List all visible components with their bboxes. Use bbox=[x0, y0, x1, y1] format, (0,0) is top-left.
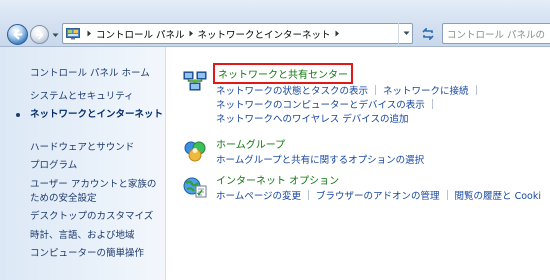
internet-options-link[interactable]: インターネット オプション bbox=[216, 172, 339, 187]
search-placeholder: コントロール パネルの bbox=[447, 29, 546, 41]
sidebar-item-clock-region[interactable]: 時計、言語、および地域 bbox=[30, 229, 135, 242]
sidebar-item-network-internet: ネットワークとインターネット bbox=[30, 109, 164, 120]
add-wireless-device-link[interactable]: ネットワークへのワイヤレス デバイスの追加 bbox=[216, 111, 408, 125]
view-network-computers-link[interactable]: ネットワークのコンピューターとデバイスの表示 bbox=[216, 97, 425, 111]
network-share-center-icon bbox=[180, 66, 210, 96]
link-row: ネットワークの状態とタスクの表示 ネットワークに接続 bbox=[216, 83, 484, 97]
manage-browser-addons-link[interactable]: ブラウザーのアドオンの管理 bbox=[316, 188, 440, 202]
connect-to-network-link[interactable]: ネットワークに接続 bbox=[383, 83, 469, 97]
chevron-down-icon bbox=[403, 31, 410, 35]
address-history-dropdown[interactable] bbox=[398, 23, 414, 44]
search-input[interactable]: コントロール パネルの bbox=[442, 23, 550, 44]
back-button[interactable] bbox=[7, 24, 28, 45]
internet-options-icon bbox=[180, 172, 210, 202]
refresh-icon bbox=[422, 27, 434, 40]
chevron-down-icon bbox=[52, 33, 58, 37]
link-row: ネットワークへのワイヤレス デバイスの追加 bbox=[216, 111, 408, 125]
homegroup-sharing-options-link[interactable]: ホームグループと共有に関するオプションの選択 bbox=[216, 152, 424, 166]
link-row: ホームページの変更 ブラウザーのアドオンの管理 閲覧の履歴と Cooki bbox=[216, 188, 541, 202]
address-bar[interactable]: コントロール パネル ネットワークとインターネット bbox=[62, 23, 413, 44]
sidebar-item-system-security[interactable]: システムとセキュリティ bbox=[30, 90, 134, 103]
breadcrumb-network-internet[interactable]: ネットワークとインターネット bbox=[198, 27, 331, 41]
homegroup-icon bbox=[180, 136, 210, 166]
left-navigation-pane: コントロール パネル ホーム システムとセキュリティ ネットワークとインターネッ… bbox=[0, 47, 166, 280]
sidebar-item-appearance[interactable]: デスクトップのカスタマイズ bbox=[30, 210, 153, 223]
link-divider bbox=[475, 85, 477, 95]
link-divider bbox=[431, 99, 433, 109]
link-divider bbox=[446, 190, 448, 200]
change-homepage-link[interactable]: ホームページの変更 bbox=[216, 188, 301, 202]
forward-arrow-icon bbox=[35, 30, 43, 39]
address-toolbar: コントロール パネル ネットワークとインターネット コントロール パネルの bbox=[0, 0, 550, 47]
breadcrumb-control-panel[interactable]: コントロール パネル bbox=[96, 27, 185, 41]
homegroup-link[interactable]: ホームグループ bbox=[216, 136, 285, 151]
link-divider bbox=[308, 190, 310, 200]
current-item-bullet-icon bbox=[16, 113, 20, 117]
link-row: ネットワークのコンピューターとデバイスの表示 bbox=[216, 97, 440, 111]
breadcrumb-separator-icon[interactable] bbox=[335, 30, 340, 37]
breadcrumb-separator-icon bbox=[87, 30, 92, 37]
sidebar-item-user-accounts[interactable]: ユーザー アカウントと家族の bbox=[30, 178, 156, 191]
link-divider bbox=[375, 85, 377, 95]
control-panel-home-link[interactable]: コントロール パネル ホーム bbox=[30, 65, 150, 79]
forward-button[interactable] bbox=[30, 25, 49, 44]
back-arrow-icon bbox=[13, 29, 23, 40]
recent-pages-dropdown[interactable] bbox=[51, 31, 59, 39]
sidebar-item-programs[interactable]: プログラム bbox=[30, 159, 77, 172]
control-panel-icon bbox=[66, 27, 80, 40]
sidebar-item-hardware-sound[interactable]: ハードウェアとサウンド bbox=[30, 141, 134, 154]
refresh-button[interactable] bbox=[418, 23, 438, 44]
delete-browsing-history-link[interactable]: 閲覧の履歴と Cooki bbox=[455, 188, 541, 202]
network-sharing-center-link[interactable]: ネットワークと共有センター bbox=[213, 63, 353, 84]
breadcrumb-separator-icon[interactable] bbox=[189, 30, 194, 37]
link-row: ホームグループと共有に関するオプションの選択 bbox=[216, 152, 424, 166]
sidebar-item-ease-of-access[interactable]: コンピューターの簡単操作 bbox=[30, 247, 144, 260]
sidebar-item-family-safety[interactable]: ための安全設定 bbox=[30, 192, 97, 205]
view-network-status-link[interactable]: ネットワークの状態とタスクの表示 bbox=[216, 83, 368, 97]
